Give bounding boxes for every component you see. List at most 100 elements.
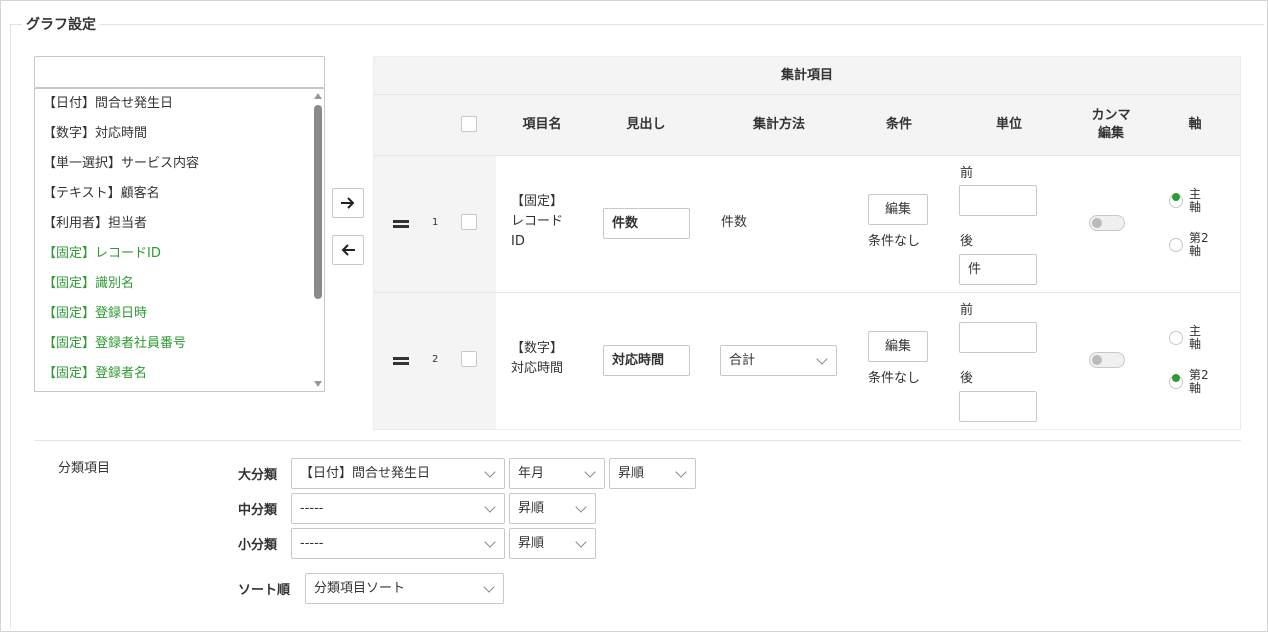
unit-after-label: 後 [960,234,974,249]
axis-secondary-radio[interactable] [1169,374,1183,389]
heading-input[interactable]: 件数 [603,208,690,239]
aggregate-items-table: 集計項目 項目名 見出し 集計方法 条件 単位 カンマ 編集 軸 1 【固定】 … [373,56,1241,430]
sort-select[interactable]: 分類項目ソート [305,573,504,604]
field-list-item[interactable]: 【固定】レコードID [43,239,161,269]
chevron-down-icon [483,581,495,593]
edit-condition-button[interactable]: 編集 [868,194,928,225]
header-unit: 単位 [995,117,1022,132]
minor-order-select[interactable]: 昇順 [509,528,596,559]
heading-input[interactable]: 対応時間 [603,345,690,376]
available-field-list[interactable]: 【日付】問合せ発生日 【数字】対応時間 【単一選択】サービス内容 【テキスト】顧… [34,88,325,392]
row-checkbox[interactable] [461,214,477,230]
row-checkbox[interactable] [461,351,477,367]
axis-secondary-radio[interactable] [1169,238,1183,252]
chevron-down-icon [584,466,596,478]
middle-field-value: ----- [300,501,324,516]
drag-handle-icon[interactable] [393,357,409,365]
unit-before-input[interactable] [959,185,1037,216]
comma-toggle[interactable] [1089,215,1125,231]
arrow-right-icon [341,197,355,209]
add-field-button[interactable] [332,188,364,218]
divider [34,440,1241,441]
comma-toggle[interactable] [1089,352,1125,368]
axis-secondary-label-2: 軸 [1189,244,1202,258]
remove-field-button[interactable] [332,235,364,265]
axis-primary-label-1: 主 [1189,187,1202,201]
axis-secondary-label-1: 第2 [1189,368,1209,382]
table-row: 1 【固定】 レコード ID 件数 件数 編集 条件なし 前 後 件 主 軸 第… [374,155,1240,292]
field-search-input[interactable] [34,56,325,88]
field-list-item[interactable]: 【数字】対応時間 [43,119,147,149]
arrow-left-icon [341,244,355,256]
field-list-item[interactable]: 【固定】登録日時 [43,299,147,329]
axis-primary-label-1: 主 [1189,324,1202,338]
major-field-select[interactable]: 【日付】問合せ発生日 [291,458,505,489]
aggregate-items-title: 集計項目 [374,57,1240,95]
field-list-item[interactable]: 【テキスト】顧客名 [43,179,160,209]
sort-value: 分類項目ソート [314,581,406,596]
unit-after-label: 後 [960,371,974,386]
header-method: 集計方法 [752,117,805,132]
minor-label: 小分類 [238,538,278,553]
axis-secondary-label-2: 軸 [1189,381,1202,395]
header-condition: 条件 [885,117,912,132]
method-text: 件数 [721,215,748,230]
field-list-scrollbar[interactable] [313,91,323,389]
minor-order-value: 昇順 [518,536,545,551]
chevron-down-icon [484,536,496,548]
scroll-down-icon[interactable] [314,381,322,387]
chevron-down-icon [575,501,587,513]
field-list-item[interactable]: 【日付】問合せ発生日 [43,89,173,119]
middle-order-value: 昇順 [518,501,545,516]
unit-after-input[interactable] [959,391,1037,422]
field-list-item[interactable]: 【利用者】担当者 [43,209,147,239]
field-list-item[interactable]: 【単一選択】サービス内容 [43,149,199,179]
item-name-line2: レコード [511,214,564,229]
item-name-line1: 【数字】 [511,341,564,356]
scroll-up-icon[interactable] [314,93,322,99]
sort-label: ソート順 [238,583,291,598]
item-name-line3: ID [511,234,525,249]
major-field-value: 【日付】問合せ発生日 [300,466,431,481]
condition-text: 条件なし [868,371,921,386]
unit-before-input[interactable] [959,322,1037,353]
major-label: 大分類 [238,468,278,483]
unit-after-input[interactable]: 件 [959,254,1037,285]
scroll-thumb[interactable] [314,105,322,299]
middle-field-select[interactable]: ----- [291,493,505,524]
major-order-select[interactable]: 昇順 [609,458,696,489]
row-number: 1 [432,217,439,228]
item-name-line1: 【固定】 [511,194,564,209]
middle-label: 中分類 [238,503,278,518]
header-heading: 見出し [626,117,666,132]
header-comma-line2: 編集 [1097,126,1124,141]
field-list-item[interactable]: 【固定】登録者名 [43,359,147,389]
unit-before-label: 前 [960,303,974,318]
axis-secondary-label-1: 第2 [1189,231,1209,245]
axis-primary-radio[interactable] [1169,193,1183,208]
major-order-value: 昇順 [618,466,645,481]
drag-handle-icon[interactable] [393,220,409,228]
middle-order-select[interactable]: 昇順 [509,493,596,524]
select-all-checkbox[interactable] [461,116,477,132]
field-list-item[interactable]: 【固定】登録者社員番号 [43,329,186,359]
chevron-down-icon [675,466,687,478]
major-unit-value: 年月 [518,466,545,481]
minor-field-select[interactable]: ----- [291,528,505,559]
major-unit-select[interactable]: 年月 [509,458,605,489]
chevron-down-icon [484,501,496,513]
condition-text: 条件なし [868,234,921,249]
unit-before-label: 前 [960,166,974,181]
chevron-down-icon [575,536,587,548]
method-select[interactable]: 合計 [720,345,837,376]
classification-title: 分類項目 [58,461,111,476]
header-axis: 軸 [1188,117,1202,132]
header-comma-line1: カンマ [1091,108,1131,123]
chevron-down-icon [816,353,828,365]
field-list-item[interactable]: 【固定】識別名 [43,269,134,299]
axis-primary-radio[interactable] [1169,331,1183,345]
item-name-line2: 対応時間 [511,361,564,376]
axis-primary-label-2: 軸 [1189,200,1202,214]
edit-condition-button[interactable]: 編集 [868,331,928,362]
chevron-down-icon [484,466,496,478]
